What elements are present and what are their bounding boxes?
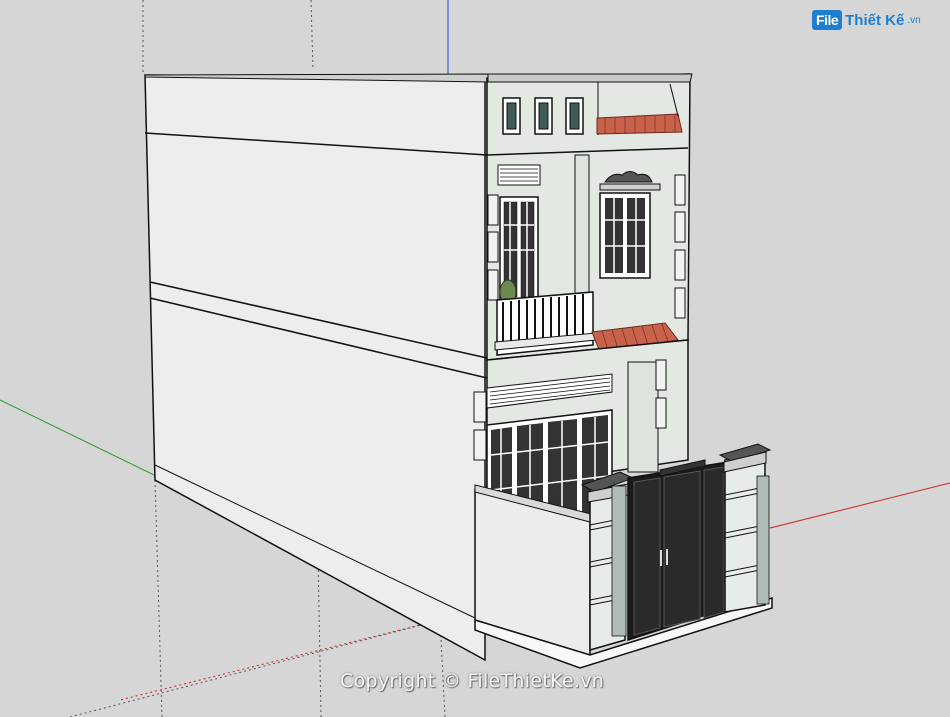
roof-tile-awning-top	[596, 113, 683, 135]
gate-pillar-right-side	[756, 475, 770, 605]
logo-badge: File	[812, 10, 843, 30]
logo-suffix: .vn	[907, 14, 921, 26]
vent-grille-upper	[497, 164, 541, 186]
house-3d-model[interactable]	[0, 0, 950, 717]
column-lower	[627, 361, 659, 473]
filethietke-logo: File Thiết Kế .vn	[812, 10, 921, 30]
gate-panels	[633, 466, 725, 636]
sketchup-viewport[interactable]: File Thiết Kế .vn Copyright © FileThietK…	[0, 0, 950, 717]
vent-windows	[502, 97, 584, 135]
copyright-watermark: Copyright © FileThietKe.vn	[340, 670, 605, 692]
gate-pillar-left-side	[611, 485, 627, 637]
logo-name: Thiết Kế	[845, 11, 905, 29]
facade-cornice	[487, 73, 693, 83]
window-lintel	[599, 183, 661, 191]
